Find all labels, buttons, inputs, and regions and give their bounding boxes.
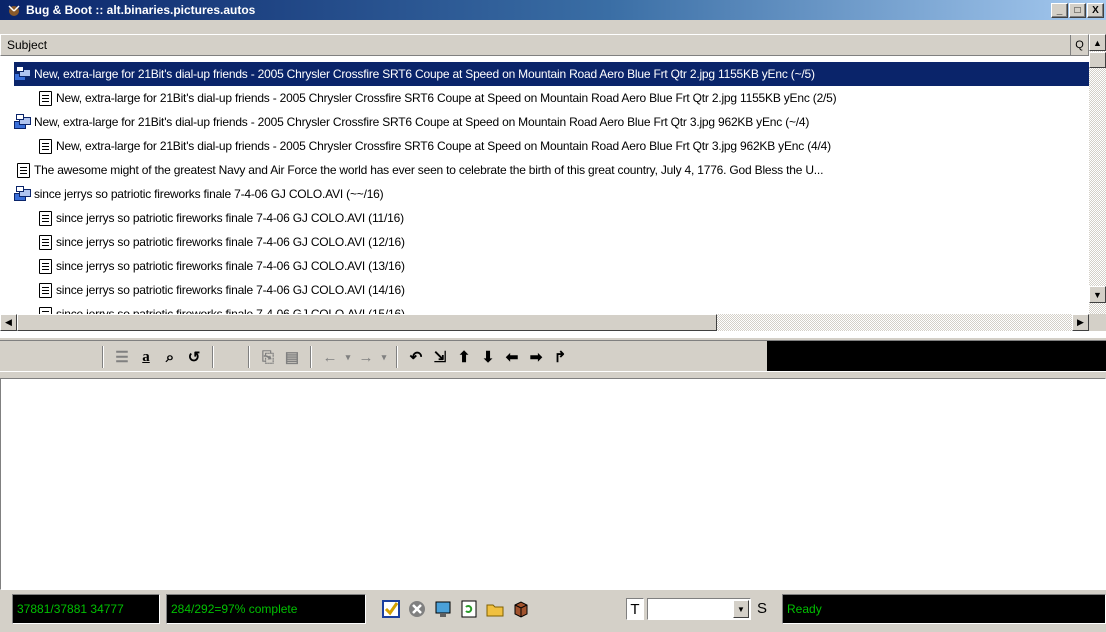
toolbar-separator [102, 346, 104, 368]
status-bar: 37881/37881 34777 284/292=97% complete T… [0, 590, 1106, 632]
vertical-scrollbar[interactable]: ▲ ▼ [1089, 34, 1106, 320]
app-icon [6, 2, 22, 18]
scroll-up-button[interactable]: ▲ [1089, 34, 1106, 51]
list-item-subject: New, extra-large for 21Bit's dial-up fri… [56, 139, 831, 153]
toolbar-separator [248, 346, 250, 368]
scroll-left-button[interactable]: ◀ [0, 314, 17, 331]
find-next-icon[interactable]: ⇲ [428, 345, 452, 369]
document-icon [36, 305, 54, 314]
scroll-right-button[interactable]: ▶ [1072, 314, 1089, 331]
chevron-down-icon[interactable]: ▼ [733, 600, 749, 618]
toolbar-black-panel [767, 341, 1106, 371]
list-item-subject: since jerrys so patriotic fireworks fina… [56, 283, 405, 297]
column-header: Subject Q [0, 34, 1089, 56]
list-item[interactable]: since jerrys so patriotic fireworks fina… [14, 302, 1089, 314]
list-item-subject: since jerrys so patriotic fireworks fina… [56, 235, 405, 249]
status-progress: 284/292=97% complete [166, 594, 366, 624]
document-icon [36, 137, 54, 155]
list-item[interactable]: since jerrys so patriotic fireworks fina… [14, 206, 1089, 230]
message-stack-icon [14, 65, 32, 83]
list-item-subject: since jerrys so patriotic fireworks fina… [34, 187, 384, 201]
copy-icon[interactable]: ⎘ [256, 345, 280, 369]
list-item[interactable]: New, extra-large for 21Bit's dial-up fri… [14, 134, 1089, 158]
refresh-icon[interactable] [458, 598, 480, 620]
list-item[interactable]: since jerrys so patriotic fireworks fina… [14, 278, 1089, 302]
q-column-header[interactable]: Q [1070, 35, 1088, 55]
toolbar-separator [212, 346, 214, 368]
document-icon [14, 161, 32, 179]
folder-icon[interactable] [484, 598, 506, 620]
back-dropdown-icon[interactable]: ▾ [342, 345, 354, 369]
list-item-subject: New, extra-large for 21Bit's dial-up fri… [56, 91, 837, 105]
toolbar-separator [310, 346, 312, 368]
stop-icon[interactable] [406, 598, 428, 620]
message-stack-icon [14, 113, 32, 131]
message-body[interactable] [0, 378, 1106, 590]
back-icon[interactable]: ← [318, 345, 342, 369]
horizontal-scroll-thumb[interactable] [17, 314, 717, 331]
checkbox-icon[interactable] [380, 598, 402, 620]
rotate-icon[interactable]: ↺ [182, 345, 206, 369]
package-icon[interactable] [510, 598, 532, 620]
list-item[interactable]: New, extra-large for 21Bit's dial-up fri… [14, 86, 1089, 110]
message-stack-icon [14, 185, 32, 203]
list-item[interactable]: since jerrys so patriotic fireworks fina… [14, 230, 1089, 254]
minimize-button[interactable]: _ [1051, 2, 1068, 18]
list-item[interactable]: New, extra-large for 21Bit's dial-up fri… [14, 110, 1089, 134]
right-icon[interactable]: ➡ [524, 345, 548, 369]
status-count: 37881/37881 34777 [12, 594, 160, 624]
close-button[interactable]: X [1087, 2, 1104, 18]
vertical-scroll-thumb[interactable] [1089, 52, 1106, 68]
network-icon[interactable] [432, 598, 454, 620]
list-item-subject: The awesome might of the greatest Navy a… [34, 163, 824, 177]
status-ready: Ready [782, 594, 1106, 624]
jump-icon[interactable]: ↱ [548, 345, 572, 369]
up-icon[interactable]: ⬆ [452, 345, 476, 369]
card-icon[interactable]: ▤ [280, 345, 304, 369]
font-icon[interactable]: a [134, 345, 158, 369]
list-item-subject: New, extra-large for 21Bit's dial-up fri… [34, 67, 815, 81]
toolbar-separator [396, 346, 398, 368]
document-icon [36, 209, 54, 227]
document-icon [36, 257, 54, 275]
list-item-subject: since jerrys so patriotic fireworks fina… [56, 259, 405, 273]
message-rows: New, extra-large for 21Bit's dial-up fri… [14, 62, 1089, 314]
search-icon[interactable]: ⌕ [158, 345, 182, 369]
document-icon [36, 281, 54, 299]
forward-icon[interactable]: → [354, 345, 378, 369]
align-center-icon[interactable]: ☰ [110, 345, 134, 369]
list-item-subject: since jerrys so patriotic fireworks fina… [56, 307, 405, 314]
maximize-button[interactable]: □ [1069, 2, 1086, 18]
title-bar[interactable]: Bug & Boot :: alt.binaries.pictures.auto… [0, 0, 1106, 20]
down-icon[interactable]: ⬇ [476, 345, 500, 369]
forward-dropdown-icon[interactable]: ▾ [378, 345, 390, 369]
scroll-down-button[interactable]: ▼ [1089, 286, 1106, 303]
list-item-subject: New, extra-large for 21Bit's dial-up fri… [34, 115, 810, 129]
list-item[interactable]: The awesome might of the greatest Navy a… [14, 158, 1089, 182]
list-item-subject: since jerrys so patriotic fireworks fina… [56, 211, 404, 225]
horizontal-scrollbar[interactable]: ◀ ▶ [0, 314, 1089, 331]
document-icon [36, 233, 54, 251]
left-icon[interactable]: ⬅ [500, 345, 524, 369]
s-label: S [757, 600, 768, 617]
t-toggle[interactable]: T [626, 598, 644, 620]
list-item[interactable]: since jerrys so patriotic fireworks fina… [14, 254, 1089, 278]
status-combo[interactable]: ▼ [647, 598, 751, 620]
list-item[interactable]: New, extra-large for 21Bit's dial-up fri… [14, 62, 1089, 86]
list-item[interactable]: since jerrys so patriotic fireworks fina… [14, 182, 1089, 206]
subject-column-header[interactable]: Subject [1, 38, 1070, 52]
scroll-corner [1089, 314, 1106, 331]
window-title: Bug & Boot :: alt.binaries.pictures.auto… [26, 3, 256, 17]
undo-icon[interactable]: ↶ [404, 345, 428, 369]
document-icon [36, 89, 54, 107]
